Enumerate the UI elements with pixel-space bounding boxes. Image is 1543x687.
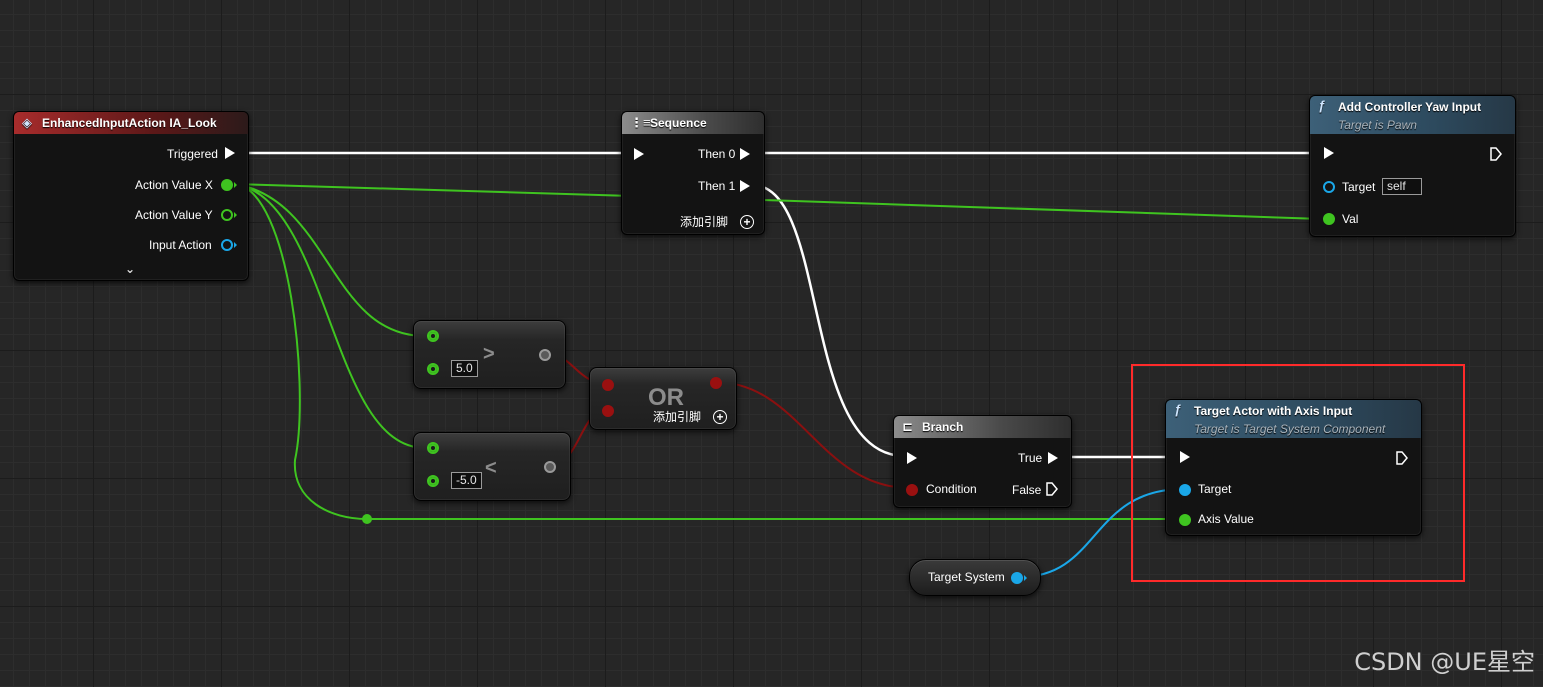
- bool-in-pin-or-a[interactable]: [602, 379, 614, 391]
- or-operator-symbol: OR: [648, 384, 684, 411]
- yaw-node-title: Add Controller Yaw Input: [1338, 100, 1482, 114]
- greater-operator-symbol: >: [483, 343, 495, 365]
- bool-in-pin-condition[interactable]: [906, 484, 918, 496]
- bool-out-pin-greater[interactable]: [539, 349, 551, 361]
- exec-out-pin-triggered[interactable]: [225, 147, 235, 159]
- pin-label-axis-value: Axis Value: [1198, 512, 1254, 526]
- exec-in-pin-target-actor[interactable]: [1180, 451, 1190, 463]
- less-b-value-field[interactable]: -5.0: [451, 472, 482, 489]
- watermark: CSDN @UE星空: [1354, 648, 1535, 676]
- wire-value-x-to-reroute: [234, 183, 368, 520]
- pin-label-false: False: [1012, 483, 1042, 497]
- wire-then1-to-branch: [751, 183, 906, 458]
- yaw-node-header[interactable]: ƒ Add Controller Yaw Input Target is Paw…: [1310, 96, 1515, 134]
- pin-label-then1: Then 1: [698, 179, 736, 193]
- less-than-node[interactable]: -5.0 <: [413, 432, 571, 501]
- pin-label-action-value-y: Action Value Y: [135, 208, 213, 222]
- wire-value-x-to-greater: [234, 183, 426, 337]
- bool-out-pin-or[interactable]: [710, 377, 722, 389]
- pin-arrow-icon: [234, 212, 237, 218]
- target-system-variable-node[interactable]: Target System: [909, 559, 1041, 596]
- target-actor-node-title: Target Actor with Axis Input: [1194, 404, 1353, 418]
- pin-label-val: Val: [1342, 212, 1359, 226]
- data-pin-axis-value[interactable]: [1179, 514, 1191, 526]
- event-node-header[interactable]: ◈ EnhancedInputAction IA_Look: [14, 112, 248, 134]
- wire-or-to-condition: [714, 381, 911, 489]
- data-pin-action-value-y[interactable]: [221, 209, 233, 221]
- branch-node-header[interactable]: ⊏ Branch: [894, 416, 1071, 438]
- target-self-field[interactable]: self: [1382, 178, 1422, 195]
- exec-out-pin-yaw[interactable]: [1490, 147, 1502, 161]
- pin-label-action-value-x: Action Value X: [135, 178, 213, 192]
- exec-out-pin-true[interactable]: [1048, 452, 1058, 464]
- target-actor-node-header[interactable]: ƒ Target Actor with Axis Input Target is…: [1166, 400, 1421, 438]
- branch-node-title: Branch: [922, 420, 964, 434]
- or-node[interactable]: OR 添加引脚 +: [589, 367, 737, 430]
- event-node-title: EnhancedInputAction IA_Look: [42, 116, 217, 130]
- exec-in-pin-branch[interactable]: [907, 452, 917, 464]
- data-pin-greater-b[interactable]: [427, 363, 439, 375]
- data-pin-less-a[interactable]: [427, 442, 439, 454]
- sequence-node-header[interactable]: ⋮≡ Sequence: [622, 112, 764, 134]
- pin-label-true: True: [1018, 451, 1043, 465]
- pin-label-then0: Then 0: [698, 147, 736, 161]
- exec-out-pin-target-actor[interactable]: [1396, 451, 1408, 465]
- pin-arrow-icon: [234, 182, 237, 188]
- object-pin-target-yaw[interactable]: [1323, 181, 1335, 193]
- object-pin-input-action[interactable]: [221, 239, 233, 251]
- pin-arrow-icon: [234, 242, 237, 248]
- exec-in-pin-yaw[interactable]: [1324, 147, 1334, 159]
- branch-icon: ⊏: [902, 419, 913, 434]
- pin-label-target-yaw: Target: [1342, 180, 1376, 194]
- chevron-down-icon[interactable]: ⌄: [125, 262, 135, 276]
- exec-out-pin-false[interactable]: [1046, 482, 1058, 496]
- data-pin-greater-a[interactable]: [427, 330, 439, 342]
- wire-value-x-to-val: [234, 183, 1323, 220]
- sequence-node[interactable]: ⋮≡ Sequence Then 0 Then 1 添加引脚 +: [621, 111, 765, 235]
- pin-label-target: Target: [1198, 482, 1232, 496]
- bool-out-pin-less[interactable]: [544, 461, 556, 473]
- object-out-pin-target-system[interactable]: [1011, 572, 1023, 584]
- sequence-node-title: Sequence: [650, 116, 707, 130]
- data-pin-less-b[interactable]: [427, 475, 439, 487]
- add-pin-plus-icon[interactable]: +: [740, 215, 754, 229]
- sequence-icon: ⋮≡: [630, 115, 651, 130]
- bool-in-pin-or-b[interactable]: [602, 405, 614, 417]
- target-actor-with-axis-input-node[interactable]: ƒ Target Actor with Axis Input Target is…: [1165, 399, 1422, 536]
- branch-node[interactable]: ⊏ Branch True Condition False: [893, 415, 1072, 508]
- target-system-label: Target System: [928, 570, 1005, 584]
- reroute-node[interactable]: [362, 514, 372, 524]
- function-icon: ƒ: [1174, 402, 1182, 417]
- greater-than-node[interactable]: 5.0 >: [413, 320, 566, 389]
- event-diamond-icon: ◈: [22, 115, 32, 130]
- object-pin-target[interactable]: [1179, 484, 1191, 496]
- pin-label-input-action: Input Action: [149, 238, 212, 252]
- add-controller-yaw-input-node[interactable]: ƒ Add Controller Yaw Input Target is Paw…: [1309, 95, 1516, 237]
- pin-label-condition: Condition: [926, 482, 977, 496]
- data-pin-action-value-x[interactable]: [221, 179, 233, 191]
- wire-value-x-to-less: [234, 183, 426, 449]
- or-add-pin-label[interactable]: 添加引脚: [653, 410, 701, 424]
- less-operator-symbol: <: [485, 457, 497, 479]
- function-icon: ƒ: [1318, 98, 1326, 113]
- target-actor-node-subtitle: Target is Target System Component: [1194, 422, 1386, 436]
- event-node-ia-look[interactable]: ◈ EnhancedInputAction IA_Look Triggered …: [13, 111, 249, 281]
- exec-in-pin-sequence[interactable]: [634, 148, 644, 160]
- or-add-pin-plus-icon[interactable]: +: [713, 410, 727, 424]
- pin-arrow-icon: [1024, 575, 1027, 581]
- yaw-node-subtitle: Target is Pawn: [1338, 118, 1417, 132]
- greater-b-value-field[interactable]: 5.0: [451, 360, 478, 377]
- exec-out-pin-then0[interactable]: [740, 148, 750, 160]
- exec-out-pin-then1[interactable]: [740, 180, 750, 192]
- data-pin-val[interactable]: [1323, 213, 1335, 225]
- add-pin-label[interactable]: 添加引脚: [680, 215, 728, 229]
- pin-label-triggered: Triggered: [167, 147, 218, 161]
